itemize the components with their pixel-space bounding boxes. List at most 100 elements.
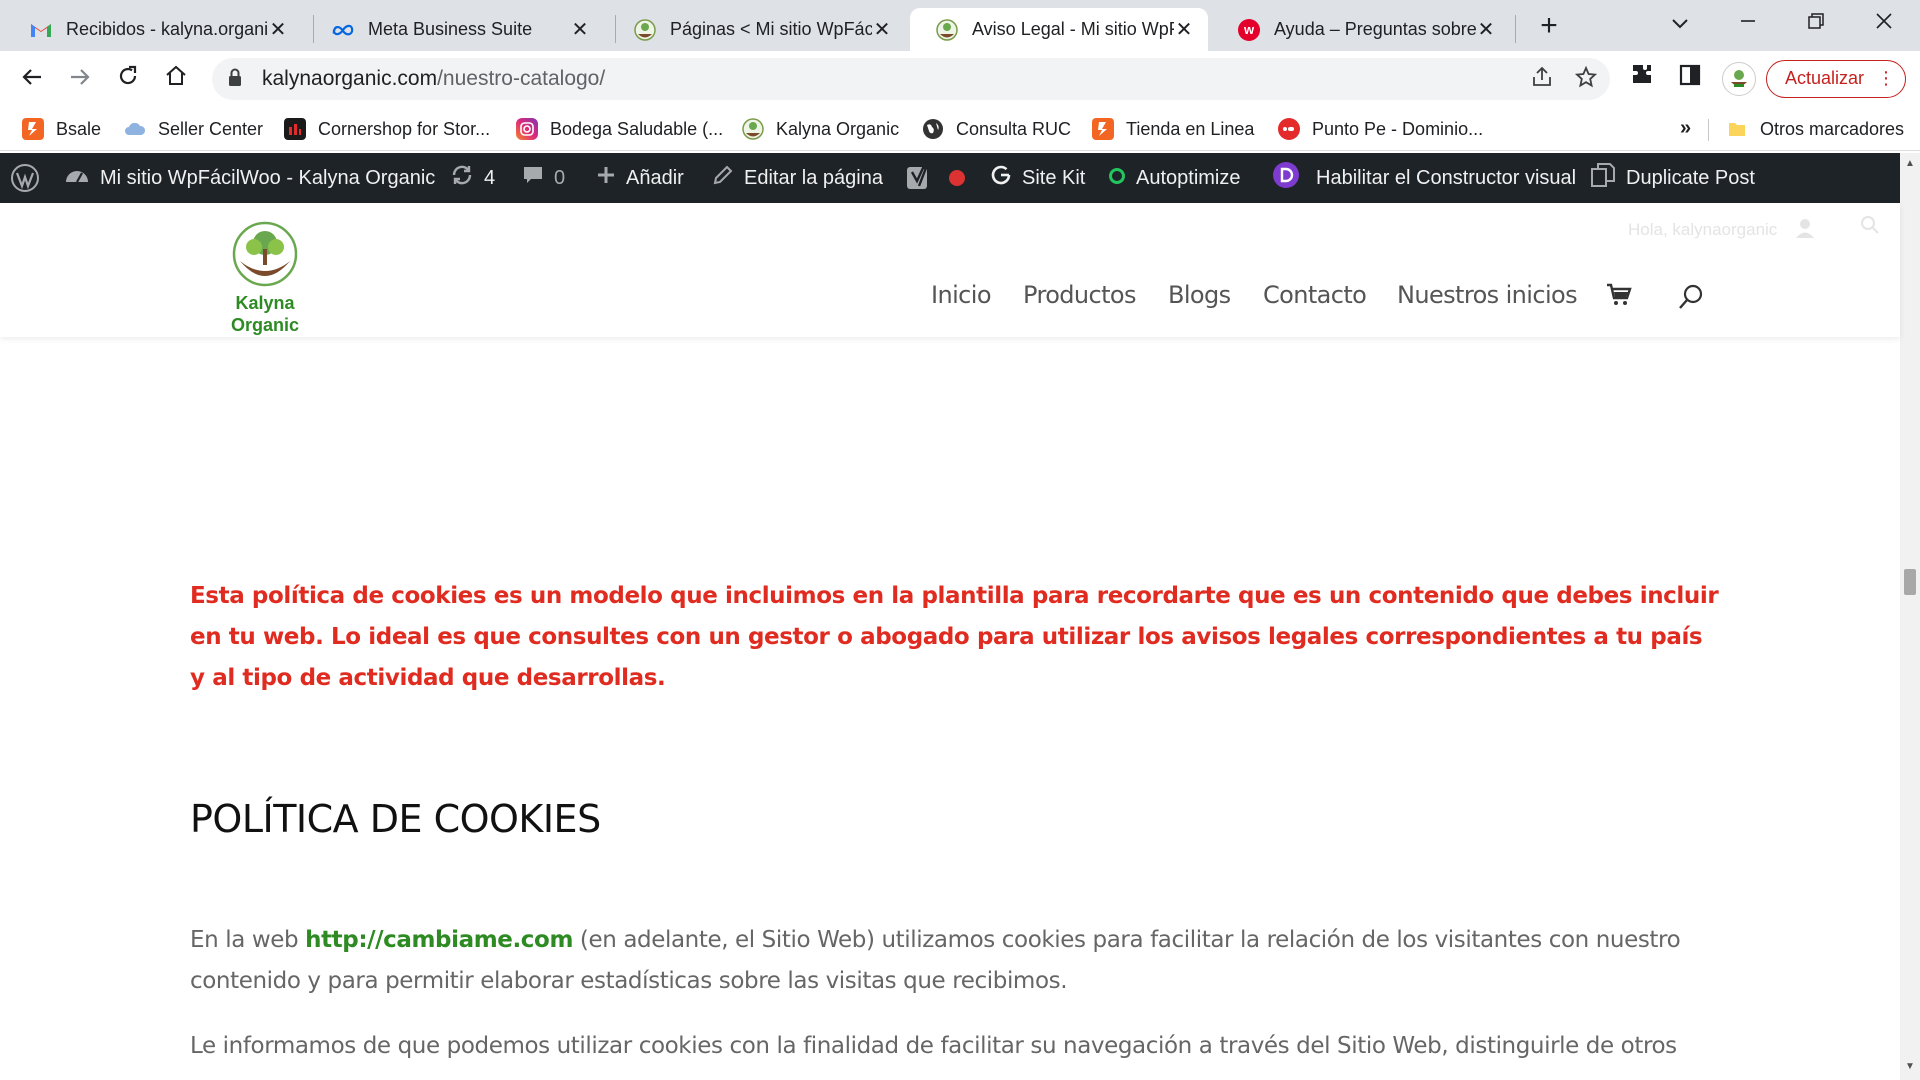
- tab-ayuda[interactable]: w Ayuda – Preguntas sobre ✕: [1212, 8, 1510, 51]
- lock-icon[interactable]: [228, 68, 242, 88]
- comment-bubble-icon: [522, 164, 544, 192]
- adminbar-comments[interactable]: 0: [522, 153, 565, 203]
- bookmark-tienda-en-linea[interactable]: Tienda en Linea: [1092, 115, 1254, 143]
- more-vert-icon[interactable]: ⋮: [1877, 61, 1895, 96]
- wordpress-logo-icon[interactable]: [10, 153, 40, 203]
- tab-title: Ayuda – Preguntas sobre: [1274, 19, 1476, 39]
- tab-paginas[interactable]: Páginas < Mi sitio WpFácil ✕: [608, 8, 906, 51]
- tab-gmail[interactable]: Recibidos - kalyna.organic ✕: [4, 8, 302, 51]
- adminbar-divi-builder[interactable]: Habilitar el Constructor visual: [1272, 153, 1576, 203]
- scroll-down-arrow-icon[interactable]: ▼: [1900, 1058, 1920, 1076]
- welcome-label: Hola, kalynaorganic: [1628, 219, 1778, 239]
- nav-blogs[interactable]: Blogs: [1168, 281, 1231, 309]
- close-icon[interactable]: ✕: [268, 17, 288, 42]
- side-panel-icon[interactable]: [1672, 61, 1708, 97]
- duplicate-post-label: Duplicate Post: [1626, 166, 1755, 189]
- bookmark-label: Punto Pe - Dominio...: [1312, 118, 1484, 139]
- nav-nuestros-inicios[interactable]: Nuestros inicios: [1397, 281, 1578, 309]
- bookmark-seller-center[interactable]: Seller Center: [124, 115, 263, 143]
- bookmark-other-folder[interactable]: Otros marcadores: [1726, 115, 1904, 143]
- updates-count: 4: [484, 166, 496, 189]
- adminbar-autoptimize[interactable]: Autoptimize: [1108, 153, 1241, 203]
- site-logo[interactable]: Kalyna Organic: [220, 221, 310, 335]
- kalyna-icon: [936, 18, 958, 41]
- bookmark-label: Kalyna Organic: [776, 118, 900, 139]
- cookies-purpose-paragraph: Le informamos de que podemos utilizar co…: [190, 1033, 1677, 1059]
- share-icon[interactable]: [1530, 65, 1554, 96]
- bookmark-bodega-saludable[interactable]: Bodega Saludable (...: [516, 115, 723, 143]
- yoast-seo-icon[interactable]: [906, 153, 932, 203]
- globe-icon: [922, 118, 944, 140]
- url-domain: kalynaorganic.com: [262, 67, 438, 90]
- update-label: Actualizar: [1785, 68, 1865, 88]
- header-search-icon[interactable]: [1677, 283, 1705, 317]
- address-bar[interactable]: kalynaorganic.com/nuestro-catalogo/: [212, 58, 1610, 100]
- top-search-icon[interactable]: [1860, 215, 1880, 240]
- duplicate-icon: [1590, 162, 1616, 194]
- close-icon[interactable]: ✕: [872, 17, 892, 42]
- cornershop-icon: [284, 118, 306, 140]
- cart-icon[interactable]: [1606, 283, 1632, 313]
- instagram-icon: [516, 118, 538, 140]
- welcome-user[interactable]: Hola, kalynaorganic: [1628, 217, 1816, 244]
- adminbar-edit-page[interactable]: Editar la página: [712, 153, 883, 203]
- minimize-icon[interactable]: [1720, 6, 1776, 40]
- close-icon[interactable]: ✕: [570, 17, 590, 42]
- adminbar-site-name[interactable]: Mi sitio WpFácilWoo - Kalyna Organic: [64, 153, 435, 203]
- home-icon[interactable]: [158, 61, 194, 97]
- bookmark-label: Cornershop for Stor...: [318, 118, 491, 139]
- google-g-icon: [990, 164, 1012, 192]
- divi-icon: [1272, 161, 1300, 195]
- bookmarks-bar: Bsale Seller Center Cornershop for Stor.…: [0, 107, 1920, 151]
- page-scrollbar[interactable]: ▲ ▼: [1900, 153, 1920, 1080]
- bookmark-star-icon[interactable]: [1574, 65, 1598, 96]
- nav-inicio[interactable]: Inicio: [931, 281, 992, 309]
- nav-productos[interactable]: Productos: [1023, 281, 1137, 309]
- bookmark-bsale[interactable]: Bsale: [22, 115, 101, 143]
- bookmark-label: Otros marcadores: [1760, 118, 1905, 139]
- tab-aviso-legal[interactable]: Aviso Legal - Mi sitio WpF ✕: [910, 8, 1208, 51]
- kalyna-icon: [742, 118, 764, 140]
- forward-arrow-icon[interactable]: [62, 61, 98, 97]
- tab-title: Recibidos - kalyna.organic: [66, 19, 268, 39]
- bookmark-kalyna-organic[interactable]: Kalyna Organic: [742, 115, 899, 143]
- bookmarks-overflow-button[interactable]: »: [1680, 117, 1691, 140]
- bookmark-consulta-ruc[interactable]: Consulta RUC: [922, 115, 1071, 143]
- window-close-icon[interactable]: [1856, 6, 1912, 40]
- bookmark-label: Seller Center: [158, 118, 264, 139]
- profile-avatar[interactable]: [1722, 62, 1756, 96]
- bsale-icon: [22, 118, 44, 140]
- tab-meta[interactable]: Meta Business Suite ✕: [306, 8, 604, 51]
- back-arrow-icon[interactable]: [14, 61, 50, 97]
- reload-icon[interactable]: [110, 61, 146, 97]
- meta-icon: [332, 19, 354, 41]
- updates-icon: [450, 163, 474, 193]
- puntope-icon: [1278, 118, 1300, 140]
- bookmark-label: Consulta RUC: [956, 118, 1072, 139]
- adminbar-add-new[interactable]: Añadir: [596, 153, 684, 203]
- logo-text-line2: Organic: [230, 315, 300, 335]
- close-icon[interactable]: ✕: [1476, 17, 1496, 42]
- bookmark-punto-pe[interactable]: Punto Pe - Dominio...: [1278, 115, 1483, 143]
- restore-icon[interactable]: [1788, 6, 1844, 40]
- pencil-icon: [712, 164, 734, 192]
- bookmark-cornershop[interactable]: Cornershop for Stor...: [284, 115, 490, 143]
- wp-admin-bar: Mi sitio WpFácilWoo - Kalyna Organic 4 0…: [0, 153, 1900, 203]
- status-ring-icon: [1108, 165, 1126, 191]
- adminbar-updates[interactable]: 4: [450, 153, 495, 203]
- adminbar-duplicate-post[interactable]: Duplicate Post: [1590, 153, 1755, 203]
- new-tab-button[interactable]: +: [1532, 10, 1566, 44]
- nav-contacto[interactable]: Contacto: [1263, 281, 1367, 309]
- scroll-up-arrow-icon[interactable]: ▲: [1900, 155, 1920, 173]
- tab-search-chevron-icon[interactable]: [1652, 6, 1708, 40]
- user-icon: [1794, 217, 1816, 244]
- extensions-icon[interactable]: [1624, 61, 1660, 97]
- page-title: POLÍTICA DE COOKIES: [190, 797, 601, 841]
- scrollbar-thumb[interactable]: [1904, 569, 1916, 595]
- bookmark-label: Tienda en Linea: [1126, 118, 1255, 139]
- site-link[interactable]: http://cambiame.com: [305, 927, 573, 953]
- update-browser-button[interactable]: Actualizar ⋮: [1766, 60, 1906, 98]
- tab-title: Aviso Legal - Mi sitio WpF: [972, 19, 1174, 39]
- adminbar-site-kit[interactable]: Site Kit: [990, 153, 1085, 203]
- close-icon[interactable]: ✕: [1174, 17, 1194, 42]
